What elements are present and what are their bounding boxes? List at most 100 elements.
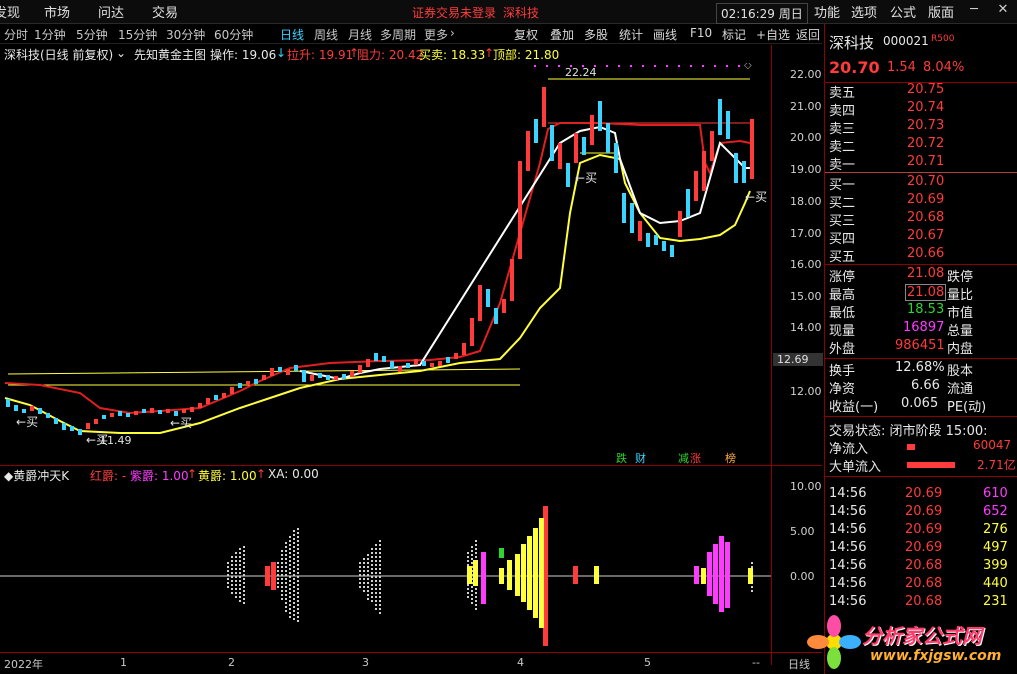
price-label: 20.00 xyxy=(790,131,822,144)
bid-price[interactable]: 20.68 xyxy=(907,210,944,225)
bid-price[interactable]: 20.67 xyxy=(907,228,944,243)
tick-volume: 610 xyxy=(983,486,1008,501)
top-value: 顶部: 21.80 xyxy=(493,48,560,62)
period-intraday[interactable]: 分时 xyxy=(4,26,28,43)
period-5min[interactable]: 5分钟 xyxy=(76,26,108,43)
stock-name: 深科技 xyxy=(829,34,875,52)
menu-options[interactable]: 选项 xyxy=(851,2,877,22)
btn-f10[interactable]: F10 xyxy=(690,26,712,40)
watermark-logo: 分析家公式网 www.fxjgsw.com xyxy=(806,614,1010,670)
quote-header: 深科技 000021 R500 xyxy=(825,32,1017,52)
period-daily[interactable]: 日线 xyxy=(280,26,304,43)
dropdown-icon[interactable]: ⌄ xyxy=(116,46,126,60)
tick-price: 20.69 xyxy=(905,504,943,519)
btn-add-watchlist[interactable]: +自选 xyxy=(756,26,790,43)
menu-wenda[interactable]: 问达 xyxy=(98,2,124,22)
stat-value: 986451 xyxy=(895,338,945,353)
price-pct: 8.04% xyxy=(923,60,965,75)
tick-time: 14:56 xyxy=(829,540,867,555)
buy-marker-label: ←买 xyxy=(170,416,192,430)
indicator-chart[interactable] xyxy=(0,482,822,652)
period-multi[interactable]: 多周期 xyxy=(380,26,416,43)
down-arrow-icon: ↓ xyxy=(276,46,287,60)
bid-price[interactable]: 20.70 xyxy=(907,174,944,189)
tick-price: 20.68 xyxy=(905,576,943,591)
buy-marker-label: ←买 xyxy=(16,415,38,429)
badge-reduce[interactable]: 减 xyxy=(678,452,689,465)
btn-back[interactable]: 返回 xyxy=(796,26,820,43)
period-30min[interactable]: 30分钟 xyxy=(166,26,205,43)
btn-multi-stock[interactable]: 多股 xyxy=(584,26,608,43)
login-warning[interactable]: 证券交易未登录 xyxy=(412,4,496,21)
price-label: 18.00 xyxy=(790,195,822,208)
badge-rise[interactable]: 涨 xyxy=(690,452,701,465)
chart-info-bar: 深科技(日线 前复权) ⌄ 先知黄金主图 操作: 19.06 ↓ 拉升: 19.… xyxy=(0,45,822,63)
badge-rank[interactable]: 榜 xyxy=(725,451,736,465)
stat-label: 量比 xyxy=(947,288,974,303)
buysell-value: 买卖: 18.33 xyxy=(419,48,486,62)
stat-value: 0.065 xyxy=(901,396,939,411)
top-menu-bar: 发现 市场 问达 交易 证券交易未登录 深科技 02:16:29 周日 功能 选… xyxy=(0,0,1017,24)
period-weekly[interactable]: 周线 xyxy=(314,26,338,43)
bid-price[interactable]: 20.69 xyxy=(907,192,944,207)
period-monthly[interactable]: 月线 xyxy=(348,26,372,43)
stat-label: 跌停 xyxy=(947,270,974,285)
net-inflow-value: 60047 xyxy=(973,438,1012,452)
stat-label: 最高 xyxy=(829,288,856,303)
big-inflow-label: 大单流入 xyxy=(829,460,882,475)
ask-price[interactable]: 20.74 xyxy=(907,100,944,115)
chevron-right-icon[interactable]: › xyxy=(450,26,455,40)
price-label: 16.00 xyxy=(790,258,822,271)
bid-label: 买四 xyxy=(829,232,856,247)
period-1min[interactable]: 1分钟 xyxy=(34,26,66,43)
close-icon[interactable]: ✕ xyxy=(995,2,1011,20)
stat-value: 21.08 xyxy=(905,284,947,301)
btn-statistics[interactable]: 统计 xyxy=(619,26,643,43)
btn-overlay[interactable]: 叠加 xyxy=(550,26,574,43)
badge-finance[interactable]: 财 xyxy=(635,451,646,465)
ask-price[interactable]: 20.73 xyxy=(907,118,944,133)
price-label: 22.00 xyxy=(790,68,822,81)
menu-market[interactable]: 市场 xyxy=(44,2,70,22)
tick-time: 14:56 xyxy=(829,522,867,537)
menu-formula[interactable]: 公式 xyxy=(890,2,916,22)
menu-discover[interactable]: 发现 xyxy=(0,2,20,22)
ask-label: 卖二 xyxy=(829,140,856,155)
x-label: 3 xyxy=(362,656,369,669)
candlestick-chart[interactable]: ◇ 22.24 11.49 ←买 ←买 ←买 ←买 ←买 跌 财 减 涨 榜 xyxy=(0,63,822,466)
resist-value: 阻力: 20.42 xyxy=(357,48,424,62)
tick-volume: 652 xyxy=(983,504,1008,519)
clock: 02:16:29 周日 xyxy=(716,3,808,24)
ask-price[interactable]: 20.72 xyxy=(907,136,944,151)
stock-mode[interactable]: 深科技(日线 前复权) xyxy=(4,46,113,63)
stat-value: 21.08 xyxy=(907,266,945,281)
menu-trade[interactable]: 交易 xyxy=(152,2,178,22)
bid-label: 买三 xyxy=(829,214,856,229)
tick-price: 20.68 xyxy=(905,558,943,573)
period-15min[interactable]: 15分钟 xyxy=(118,26,157,43)
stat-label: 收益(一) xyxy=(829,400,879,415)
btn-mark[interactable]: 标记 xyxy=(722,26,746,43)
net-inflow-label: 净流入 xyxy=(829,442,869,457)
main-chart-name[interactable]: 先知黄金主图 xyxy=(134,46,206,63)
period-60min[interactable]: 60分钟 xyxy=(214,26,253,43)
ask-label: 卖三 xyxy=(829,122,856,137)
stock-link[interactable]: 深科技 xyxy=(503,4,539,21)
menu-layout[interactable]: 版面 xyxy=(928,2,954,22)
ask-label: 卖四 xyxy=(829,104,856,119)
badge-drop[interactable]: 跌 xyxy=(616,451,627,465)
ask-price[interactable]: 20.71 xyxy=(907,154,944,169)
tick-price: 20.69 xyxy=(905,540,943,555)
annot-high: 22.24 xyxy=(565,66,597,79)
bid-price[interactable]: 20.66 xyxy=(907,246,944,261)
indicator-level: 10.00 xyxy=(790,480,822,493)
btn-restore-rights[interactable]: 复权 xyxy=(514,26,538,43)
minimize-icon[interactable]: ─ xyxy=(966,2,982,20)
period-more[interactable]: 更多 xyxy=(424,26,448,43)
x-label: 4 xyxy=(517,656,524,669)
menu-function[interactable]: 功能 xyxy=(814,2,840,22)
stat-value: 16897 xyxy=(903,320,945,335)
tick-volume: 399 xyxy=(983,558,1008,573)
btn-draw-line[interactable]: 画线 xyxy=(653,26,677,43)
ask-price[interactable]: 20.75 xyxy=(907,82,944,97)
